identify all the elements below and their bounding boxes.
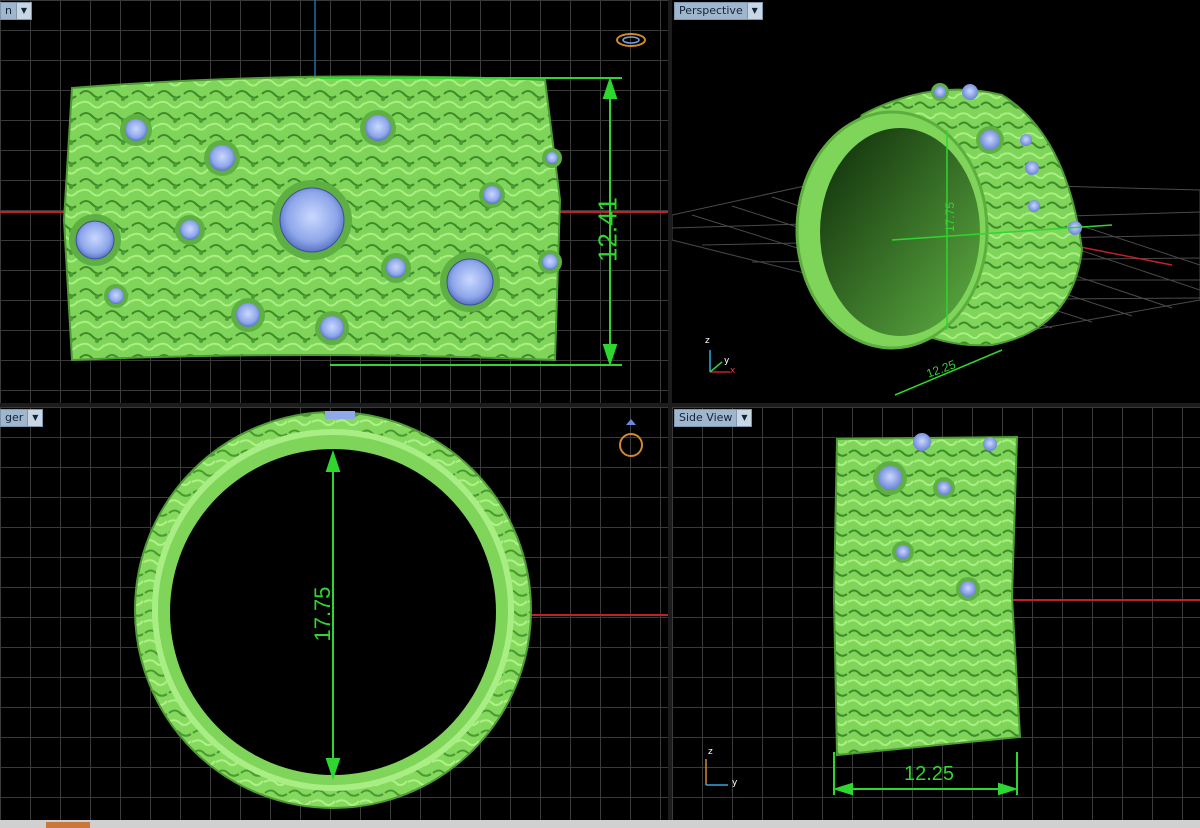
axis-label-z: z [708, 747, 713, 757]
ring-icon [619, 419, 643, 457]
viewport-finger[interactable]: 17.75 ger ▼ [0, 407, 668, 820]
status-bar-indicator [46, 822, 90, 828]
chevron-down-icon[interactable]: ▼ [736, 410, 752, 426]
axis-gizmo [705, 759, 728, 786]
gemstone-top [325, 411, 355, 419]
dimension-height-label: 17.75 [943, 201, 957, 233]
axis-label-z: z [705, 336, 710, 346]
chevron-down-icon[interactable]: ▼ [27, 410, 43, 426]
chevron-down-icon[interactable]: ▼ [746, 3, 762, 19]
chevron-down-icon[interactable]: ▼ [15, 3, 31, 19]
viewport-side[interactable]: 12.25 z y Side View ▼ [672, 407, 1200, 820]
dimension-label: 12.41 [592, 196, 623, 263]
viewport-menu-tab[interactable]: ger ▼ [0, 409, 44, 427]
viewport-perspective[interactable]: 17.75 12.25 z y x Perspective ▼ [672, 0, 1200, 403]
dimension-label: 12.25 [903, 763, 955, 785]
axis-label-y: y [724, 356, 730, 366]
viewport-front[interactable]: 12.41 n ▼ [0, 0, 668, 403]
viewport-menu-tab[interactable]: Side View ▼ [674, 409, 753, 427]
axis-label-y: y [732, 778, 738, 788]
axis-label-x: x [730, 366, 736, 376]
viewport-menu-tab[interactable]: Perspective ▼ [674, 2, 763, 20]
ring-icon [616, 33, 646, 47]
viewport-menu-tab[interactable]: n ▼ [0, 2, 32, 20]
dimension-label: 17.75 [310, 586, 335, 642]
status-bar [0, 820, 1200, 828]
ring-band-side [832, 435, 1022, 757]
